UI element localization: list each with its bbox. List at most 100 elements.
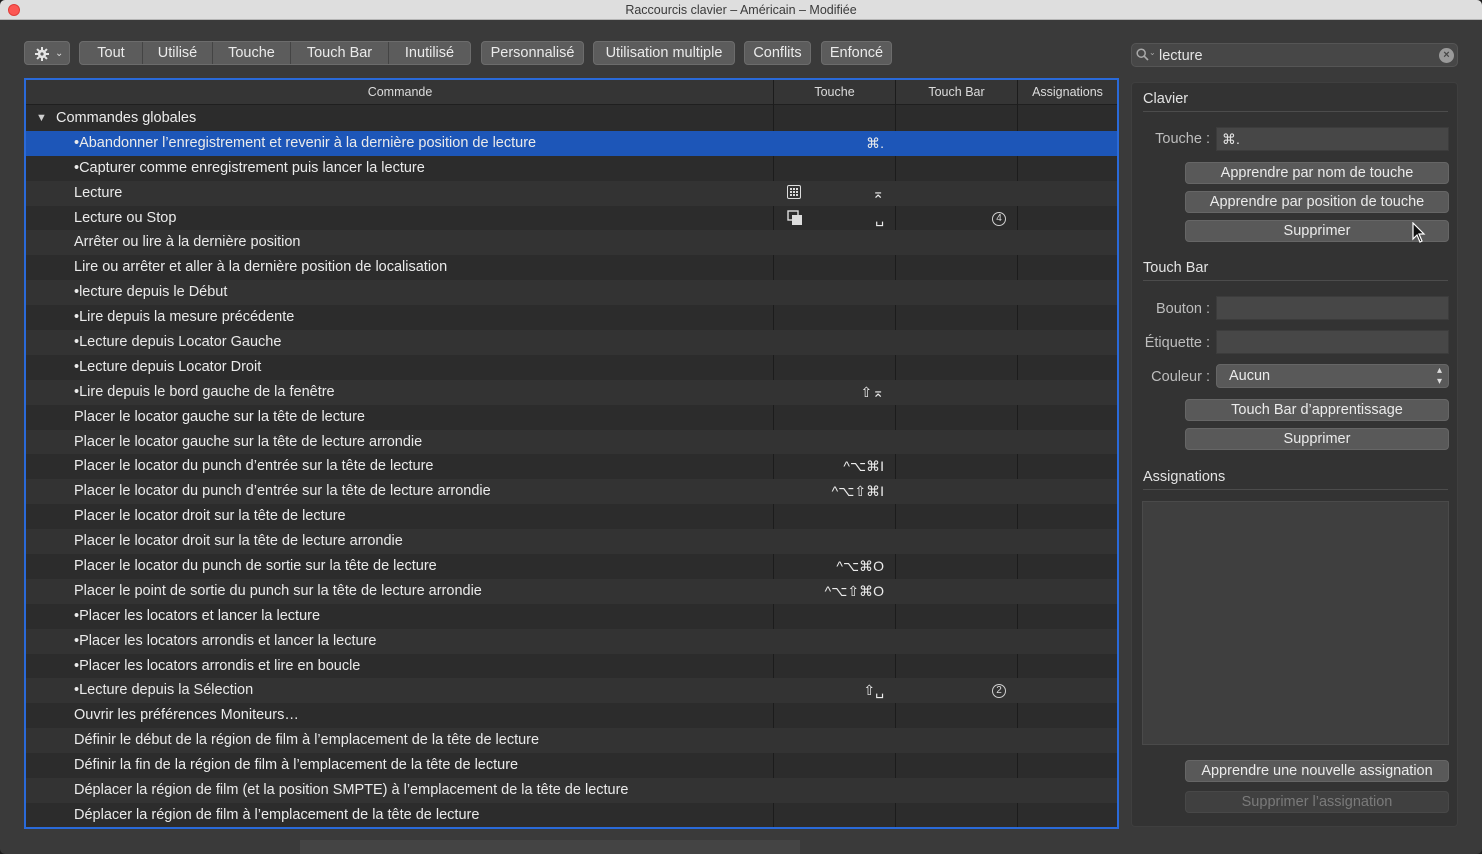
- gear-icon: [35, 47, 49, 61]
- table-row[interactable]: •Lecture depuis Locator Gauche: [26, 330, 1117, 355]
- command-label: •lecture depuis le Début: [74, 284, 228, 301]
- personnalise-button[interactable]: Personnalisé: [481, 41, 584, 65]
- filter-utilise[interactable]: Utilisé: [143, 42, 213, 64]
- filter-tout[interactable]: Tout: [80, 42, 143, 64]
- updown-chevron-icon: ▴ ▾: [1436, 365, 1442, 387]
- shortcut-key: ␣: [875, 209, 884, 226]
- table-row[interactable]: Lecture ⌅: [26, 180, 1117, 206]
- learn-new-assignment-button[interactable]: Apprendre une nouvelle assignation: [1185, 760, 1449, 782]
- column-header-touch-bar[interactable]: Touch Bar: [896, 85, 1017, 99]
- chevron-down-icon: ⌄: [55, 48, 64, 59]
- table-row[interactable]: Placer le locator droit sur la tête de l…: [26, 504, 1117, 529]
- shortcut-key: ⌅: [872, 184, 884, 201]
- delete-touch-bar-button[interactable]: Supprimer: [1185, 428, 1449, 450]
- learn-by-key-name-button[interactable]: Apprendre par nom de touche: [1185, 162, 1449, 184]
- title-bar: Raccourcis clavier – Américain – Modifié…: [0, 0, 1482, 20]
- table-row[interactable]: •Lire depuis la mesure précédente: [26, 305, 1117, 330]
- shortcut-key: ^⌥⌘O: [836, 558, 884, 575]
- command-label: Placer le locator du punch de sortie sur…: [74, 558, 437, 575]
- window: Raccourcis clavier – Américain – Modifié…: [0, 0, 1482, 854]
- search-field[interactable]: ⌄ ×: [1131, 43, 1458, 67]
- shortcut-key: ^⌥⇧⌘O: [824, 582, 884, 599]
- couleur-select[interactable]: Aucun ▴ ▾: [1216, 364, 1449, 388]
- command-label: Placer le locator gauche sur la tête de …: [74, 408, 365, 425]
- table-row[interactable]: •Lire depuis le bord gauche de la fenêtr…: [26, 379, 1117, 405]
- assignations-section-title: Assignations: [1143, 469, 1226, 485]
- shortcut-key: ⇧␣: [863, 682, 884, 699]
- table-row[interactable]: •Lecture depuis la Sélection ⇧␣ 2: [26, 678, 1117, 704]
- table-row[interactable]: Placer le locator gauche sur la tête de …: [26, 405, 1117, 430]
- touch-bar-number-badge: 2: [992, 684, 1006, 699]
- table-row[interactable]: Placer le point de sortie du punch sur l…: [26, 578, 1117, 604]
- table-row[interactable]: •Abandonner l’enregistrement et revenir …: [26, 130, 1117, 156]
- shortcut-key: ⌘.: [866, 134, 884, 151]
- clear-search-icon[interactable]: ×: [1439, 48, 1454, 63]
- table-row[interactable]: •Capturer comme enregistrement puis lanc…: [26, 156, 1117, 181]
- table-row[interactable]: •Placer les locators arrondis et lire en…: [26, 654, 1117, 679]
- conflits-button[interactable]: Conflits: [744, 41, 811, 65]
- shortcut-key: ^⌥⇧⌘I: [831, 483, 884, 500]
- command-label: Placer le locator du punch d’entrée sur …: [74, 483, 491, 500]
- command-label: •Placer les locators arrondis et lire en…: [74, 657, 361, 674]
- etiquette-field[interactable]: [1216, 330, 1449, 354]
- assignations-list[interactable]: [1142, 501, 1449, 745]
- divider: [1143, 111, 1448, 112]
- command-label: •Placer les locators et lancer la lectur…: [74, 607, 321, 624]
- table-row[interactable]: •Placer les locators et lancer la lectur…: [26, 604, 1117, 629]
- couleur-label: Couleur :: [1151, 369, 1210, 385]
- table-row[interactable]: •Placer les locators arrondis et lancer …: [26, 628, 1117, 654]
- command-label: Lecture ou Stop: [74, 209, 177, 226]
- table-row[interactable]: Placer le locator gauche sur la tête de …: [26, 429, 1117, 455]
- table-row[interactable]: Lecture ou Stop ␣ 4: [26, 206, 1117, 231]
- command-label: Arrêter ou lire à la dernière position: [74, 234, 301, 251]
- table-row[interactable]: Placer le locator du punch d’entrée sur …: [26, 479, 1117, 505]
- table-row[interactable]: Arrêter ou lire à la dernière position: [26, 230, 1117, 256]
- command-label: Lecture: [74, 184, 123, 201]
- window-title: Raccourcis clavier – Américain – Modifié…: [625, 3, 857, 17]
- search-icon: [1136, 48, 1149, 61]
- etiquette-label: Étiquette :: [1144, 335, 1210, 351]
- command-label: •Placer les locators arrondis et lancer …: [74, 632, 377, 649]
- bouton-field[interactable]: [1216, 296, 1449, 320]
- touche-field[interactable]: ⌘.: [1216, 127, 1449, 151]
- group-row-commandes-globales[interactable]: ▼ Commandes globales: [26, 106, 1117, 131]
- table-row[interactable]: Déplacer la région de film à l’emplaceme…: [26, 803, 1117, 827]
- column-header-touche[interactable]: Touche: [774, 85, 895, 99]
- utilisation-multiple-button[interactable]: Utilisation multiple: [593, 41, 735, 65]
- table-row[interactable]: Placer le locator du punch d’entrée sur …: [26, 454, 1117, 479]
- learn-touch-bar-button[interactable]: Touch Bar d’apprentissage: [1185, 399, 1449, 421]
- table-body: ▼ Commandes globales •Abandonner l’enreg…: [26, 106, 1117, 827]
- touch-bar-assignment: 2: [896, 682, 1006, 699]
- command-label: •Capturer comme enregistrement puis lanc…: [74, 159, 425, 176]
- search-input[interactable]: [1159, 46, 1429, 65]
- table-row[interactable]: Placer le locator droit sur la tête de l…: [26, 529, 1117, 555]
- bouton-label: Bouton :: [1155, 301, 1210, 317]
- table-row[interactable]: Définir le début de la région de film à …: [26, 728, 1117, 754]
- search-options-chevron-icon[interactable]: ⌄: [1149, 48, 1156, 57]
- table-row[interactable]: •Lecture depuis Locator Droit: [26, 355, 1117, 380]
- table-row[interactable]: •lecture depuis le Début: [26, 280, 1117, 306]
- command-label: Placer le locator droit sur la tête de l…: [74, 533, 403, 550]
- filter-inutilise[interactable]: Inutilisé: [389, 42, 470, 64]
- table-row[interactable]: Définir la fin de la région de film à l’…: [26, 753, 1117, 778]
- filter-touch-bar[interactable]: Touch Bar: [291, 42, 389, 64]
- command-label: Définir la fin de la région de film à l’…: [74, 757, 519, 774]
- delete-key-button[interactable]: Supprimer: [1185, 220, 1449, 242]
- command-label: •Lire depuis la mesure précédente: [74, 309, 295, 326]
- command-label: Placer le locator du punch d’entrée sur …: [74, 458, 434, 475]
- shortcut-key: ^⌥⌘I: [843, 458, 884, 475]
- filter-touche[interactable]: Touche: [213, 42, 291, 64]
- column-header-commande[interactable]: Commande: [26, 85, 774, 99]
- column-header-assignations[interactable]: Assignations: [1018, 85, 1117, 99]
- delete-assignment-button[interactable]: Supprimer l’assignation: [1185, 791, 1449, 813]
- table-row[interactable]: Déplacer la région de film (et la positi…: [26, 778, 1117, 803]
- learn-by-key-position-button[interactable]: Apprendre par position de touche: [1185, 191, 1449, 213]
- table-row[interactable]: Placer le locator du punch de sortie sur…: [26, 554, 1117, 579]
- command-label: Placer le point de sortie du punch sur l…: [74, 582, 482, 599]
- command-label: Déplacer la région de film (et la positi…: [74, 782, 629, 799]
- table-row[interactable]: Ouvrir les préférences Moniteurs…: [26, 703, 1117, 728]
- action-menu-button[interactable]: ⌄: [24, 41, 70, 65]
- enfonce-button[interactable]: Enfoncé: [821, 41, 892, 65]
- disclosure-triangle-icon[interactable]: ▼: [36, 112, 47, 124]
- table-row[interactable]: Lire ou arrêter et aller à la dernière p…: [26, 255, 1117, 280]
